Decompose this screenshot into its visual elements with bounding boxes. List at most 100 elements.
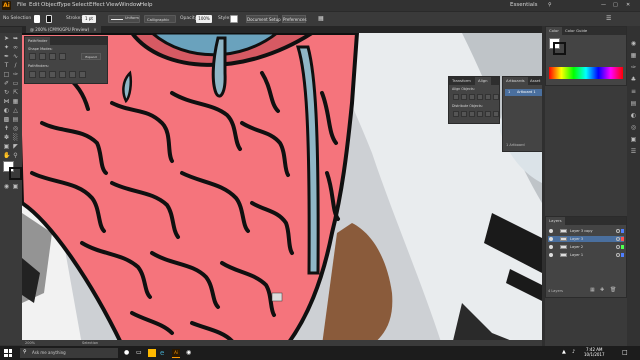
start-button[interactable] (4, 349, 12, 357)
type-tool-icon[interactable]: T (3, 62, 10, 69)
column-graph-tool-icon[interactable]: ░ (12, 134, 19, 141)
close-button[interactable]: ✕ (626, 2, 630, 8)
crop-button[interactable] (59, 71, 66, 78)
artboard-tool-icon[interactable]: ▣ (3, 143, 10, 150)
merge-button[interactable] (49, 71, 56, 78)
restore-button[interactable]: □ (613, 2, 618, 8)
selection-tool-icon[interactable]: ➤ (3, 35, 10, 42)
draw-mode-icon[interactable]: ◉ (3, 183, 10, 190)
layer-target-icon[interactable] (616, 229, 620, 233)
file-explorer-icon[interactable] (148, 349, 156, 357)
direct-selection-tool-icon[interactable]: ➥ (12, 35, 19, 42)
search-box[interactable]: ⚲ Ask me anything (20, 348, 118, 358)
gradient-tool-icon[interactable]: ▤ (12, 116, 19, 123)
screen-mode-icon[interactable]: ▣ (12, 183, 19, 190)
perspective-grid-tool-icon[interactable]: △ (12, 107, 19, 114)
stroke-profile-select[interactable]: Uniform (108, 15, 140, 23)
align-left-button[interactable] (453, 94, 459, 100)
align-bottom-button[interactable] (493, 94, 499, 100)
hand-tool-icon[interactable]: ✋ (3, 152, 10, 159)
layer-row[interactable]: Layer 1 (548, 252, 624, 258)
mesh-tool-icon[interactable]: ▩ (3, 116, 10, 123)
microphone-icon[interactable]: ● (124, 349, 132, 357)
menu-object[interactable]: Object (41, 2, 59, 8)
menu-select[interactable]: Select (72, 2, 89, 8)
visibility-eye-icon[interactable] (549, 237, 553, 241)
menu-type[interactable]: Type (58, 2, 71, 8)
align-top-button[interactable] (477, 94, 483, 100)
new-layer-icon[interactable]: ✚ (600, 287, 604, 293)
symbol-sprayer-tool-icon[interactable]: ✽ (3, 134, 10, 141)
new-sublayer-icon[interactable]: ▦ (590, 287, 595, 293)
search-icon[interactable]: ⚲ (548, 2, 552, 8)
minimize-button[interactable]: — (601, 2, 606, 8)
volume-icon[interactable]: ♪ (572, 349, 575, 355)
blend-tool-icon[interactable]: ◎ (12, 125, 19, 132)
tab-align[interactable]: Align (475, 77, 491, 85)
curvature-tool-icon[interactable]: ∿ (12, 53, 19, 60)
tab-transform[interactable]: Transform (449, 77, 474, 85)
distribute-left-button[interactable] (477, 111, 483, 117)
expand-button[interactable]: Expand (81, 53, 101, 60)
swatches-panel-icon[interactable]: ▦ (630, 52, 637, 59)
pen-tool-icon[interactable]: ✒ (3, 53, 10, 60)
visibility-eye-icon[interactable] (549, 253, 553, 257)
align-vcenter-button[interactable] (485, 94, 491, 100)
clock[interactable]: 7:42 AM 10/1/2017 (584, 347, 605, 357)
color-stroke-swatch[interactable] (553, 42, 566, 55)
line-tool-icon[interactable]: ∕ (12, 62, 19, 69)
align-right-button[interactable] (469, 94, 475, 100)
stroke-weight-input[interactable]: 1 pt (82, 15, 96, 23)
visibility-eye-icon[interactable] (549, 229, 553, 233)
document-setup-button[interactable]: Document Setup (246, 15, 281, 23)
menu-help[interactable]: Help (140, 2, 153, 8)
stroke-color-box[interactable] (9, 167, 22, 180)
layer-target-icon[interactable] (616, 245, 620, 249)
menu-edit[interactable]: Edit (29, 2, 40, 8)
gradient-panel-icon[interactable]: ▤ (630, 100, 637, 107)
stroke-swatch[interactable] (46, 15, 52, 23)
color-panel-icon[interactable]: ◉ (630, 40, 637, 47)
lasso-tool-icon[interactable]: ∞ (12, 44, 19, 51)
stroke-panel-icon[interactable]: ≡ (630, 88, 637, 95)
layer-target-icon[interactable] (616, 253, 620, 257)
layer-target-icon[interactable] (616, 237, 620, 241)
distribute-vcenter-button[interactable] (461, 111, 467, 117)
document-tab[interactable]: @ 200% (CMYK/GPU Preview) ✕ (26, 26, 101, 33)
minus-front-button[interactable] (39, 53, 46, 60)
menu-view[interactable]: View (106, 2, 119, 8)
eyedropper-tool-icon[interactable]: ✝ (3, 125, 10, 132)
tab-color[interactable]: Color (546, 27, 562, 35)
notification-icon[interactable]: □ (622, 349, 628, 356)
tab-artboards[interactable]: Artboards (503, 77, 528, 85)
tab-layers[interactable]: Layers (546, 217, 565, 225)
rotate-tool-icon[interactable]: ↻ (3, 89, 10, 96)
divide-button[interactable] (29, 71, 36, 78)
graphic-styles-panel-icon[interactable]: ▣ (630, 136, 637, 143)
illustrator-taskbar-icon[interactable]: Ai (172, 349, 180, 358)
preferences-button[interactable]: Preferences (282, 15, 307, 23)
distribute-hcenter-button[interactable] (485, 111, 491, 117)
align-hcenter-button[interactable] (461, 94, 467, 100)
unite-button[interactable] (29, 53, 36, 60)
zoom-level[interactable]: 200% (25, 341, 35, 345)
distribute-bottom-button[interactable] (469, 111, 475, 117)
panel-menu-icon[interactable]: ☰ (606, 15, 611, 23)
style-swatch[interactable] (230, 15, 238, 23)
fill-swatch[interactable] (34, 15, 40, 23)
free-transform-tool-icon[interactable]: ▦ (12, 98, 19, 105)
network-icon[interactable]: ▲ (562, 349, 566, 355)
trim-button[interactable] (39, 71, 46, 78)
exclude-button[interactable] (59, 53, 66, 60)
zoom-tool-icon[interactable]: ⚲ (12, 152, 19, 159)
menu-file[interactable]: File (17, 2, 26, 8)
close-tab-icon[interactable]: ✕ (93, 27, 96, 32)
layer-row-selected[interactable]: Layer 3 (548, 236, 624, 242)
transparency-panel-icon[interactable]: ◐ (630, 112, 637, 119)
task-view-icon[interactable]: ▭ (136, 349, 144, 357)
width-tool-icon[interactable]: ⋈ (3, 98, 10, 105)
minus-back-button[interactable] (79, 71, 86, 78)
delete-layer-icon[interactable]: 🗑 (610, 287, 616, 293)
color-spectrum[interactable] (549, 67, 623, 79)
layers-panel-icon[interactable]: ☰ (630, 148, 637, 155)
